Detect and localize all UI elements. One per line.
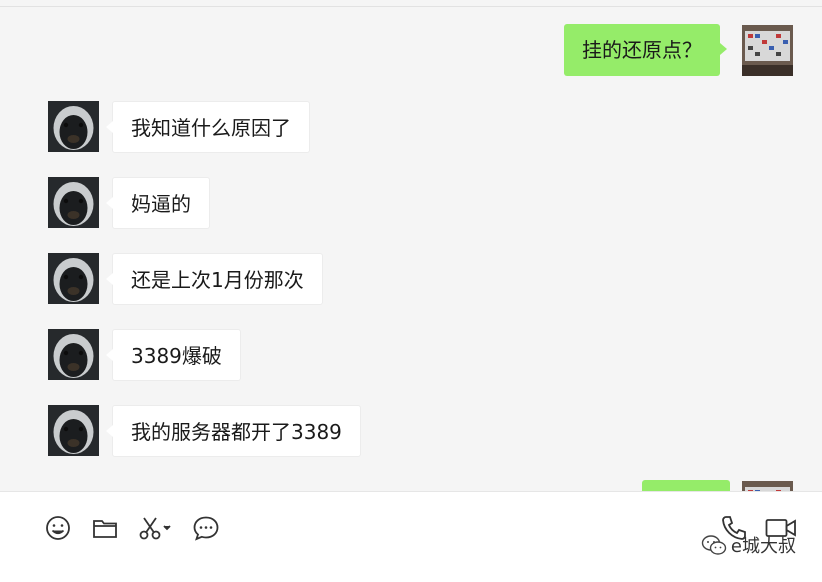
message-input-area[interactable]: e城大叔	[0, 491, 822, 582]
wechat-logo-icon	[701, 535, 727, 555]
chat-bubble-icon[interactable]	[192, 514, 220, 542]
folder-icon[interactable]	[91, 514, 119, 542]
contact-avatar[interactable]	[48, 101, 99, 152]
self-avatar[interactable]	[742, 25, 793, 76]
contact-avatar[interactable]	[48, 253, 99, 304]
watermark-text: e城大叔	[730, 536, 796, 557]
message-bubble[interactable]: 还是上次1月份那次	[106, 253, 323, 305]
message-bubble[interactable]: 挂的还原点？	[564, 24, 727, 76]
contact-avatar[interactable]	[48, 405, 99, 456]
watermark: e城大叔	[701, 532, 796, 558]
message-bubble[interactable]: 3389爆破	[106, 329, 241, 381]
emoji-icon[interactable]	[44, 514, 72, 542]
message-bubble[interactable]	[642, 480, 730, 491]
contact-avatar[interactable]	[48, 329, 99, 380]
self-avatar[interactable]	[742, 481, 793, 491]
scissors-icon[interactable]	[137, 514, 175, 542]
chat-message-area[interactable]: 挂的还原点？ 我知道什么原因了 妈逼的 还是上次1月份那次 3389爆破 我的服…	[0, 7, 822, 491]
message-bubble[interactable]: 我的服务器都开了3389	[106, 405, 361, 457]
message-bubble[interactable]: 我知道什么原因了	[106, 101, 310, 153]
contact-avatar[interactable]	[48, 177, 99, 228]
message-bubble[interactable]: 妈逼的	[106, 177, 210, 229]
